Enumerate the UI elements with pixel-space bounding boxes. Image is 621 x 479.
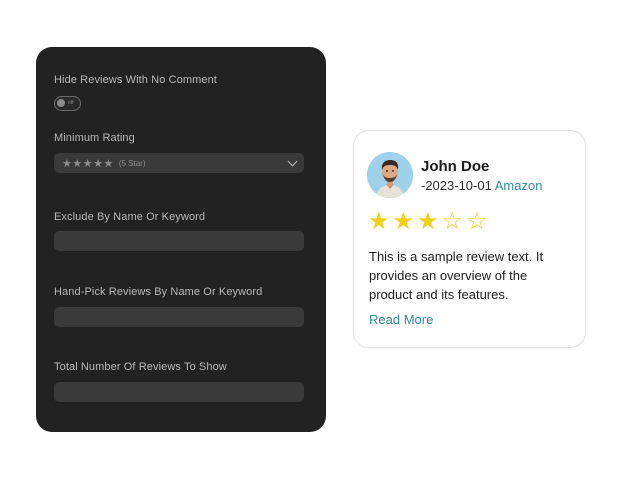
exclude-input[interactable] (54, 231, 304, 251)
total-reviews-label: Total Number Of Reviews To Show (54, 361, 227, 373)
star-empty-icon: ☆ (441, 208, 464, 235)
review-source-link[interactable]: Amazon (495, 178, 543, 193)
hide-no-comment-toggle[interactable]: off (54, 96, 81, 111)
handpick-input[interactable] (54, 307, 304, 327)
hide-no-comment-label: Hide Reviews With No Comment (54, 74, 217, 86)
min-rating-stars: ★★★★★ (62, 157, 114, 170)
settings-panel: Hide Reviews With No Comment off Minimum… (36, 47, 326, 432)
reviewer-name: John Doe (421, 158, 490, 175)
chevron-down-icon (287, 156, 298, 166)
avatar (367, 152, 413, 198)
review-date: -2023-10-01 (421, 178, 492, 193)
review-card: John Doe -2023-10-01 Amazon ★ ★ ★ ☆ ☆ This i… (353, 130, 586, 348)
star-filled-icon: ★ (417, 208, 439, 235)
toggle-knob (57, 99, 65, 107)
min-rating-value: (5 Star) (118, 158, 146, 168)
total-reviews-input[interactable] (54, 382, 304, 402)
exclude-label: Exclude By Name Or Keyword (54, 211, 206, 223)
read-more-link[interactable]: Read More (369, 312, 433, 327)
handpick-label: Hand-Pick Reviews By Name Or Keyword (54, 286, 263, 298)
review-text: This is a sample review text. It provide… (369, 249, 544, 302)
star-empty-icon: ☆ (466, 208, 488, 235)
star-filled-icon: ★ (368, 208, 390, 235)
min-rating-select[interactable]: ★★★★★ (5 Star) (54, 153, 304, 173)
toggle-state-label: off (68, 100, 74, 106)
min-rating-label: Minimum Rating (54, 132, 135, 144)
avatar-illustration (367, 152, 413, 198)
review-meta: -2023-10-01 Amazon (421, 178, 542, 193)
star-rating: ★ ★ ★ ☆ ☆ (368, 210, 488, 234)
stage: Hide Reviews With No Comment off Minimum… (0, 0, 621, 479)
star-filled-icon: ★ (392, 208, 415, 235)
